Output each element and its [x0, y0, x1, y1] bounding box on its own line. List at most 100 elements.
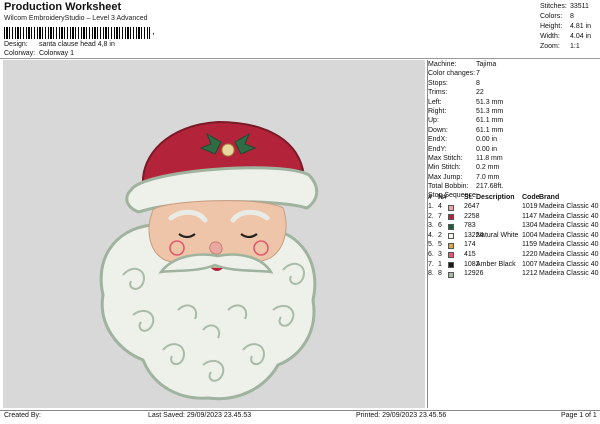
color-swatch [448, 262, 454, 269]
color-swatch [448, 204, 454, 211]
thread-brand: Madeira Classic 40 [539, 231, 599, 239]
info-row: Down: 61.1 mm [428, 126, 598, 135]
stat-label: Colors: [540, 13, 563, 20]
needle-number: 6 [438, 222, 442, 230]
stop-sequence-header: # N# St. Description Code Brand [428, 194, 598, 203]
info-value: 0.00 in [476, 145, 498, 153]
stat-label: Height: [540, 23, 563, 30]
col-st: St. [464, 194, 473, 201]
info-value: 61.1 mm [476, 117, 504, 125]
sequence-row: 4. 2 13224 Natural White 1004 Madeira Classic… [428, 231, 599, 242]
info-row: Max Jump: 7.0 mm [428, 173, 598, 182]
design-row: Design: santa clause head 4,8 in [4, 41, 115, 48]
info-value: 0.2 mm [476, 164, 500, 172]
header-divider [0, 58, 600, 59]
colorway-label: Colorway: [4, 50, 36, 57]
created-by: Created By: [4, 412, 41, 419]
info-value: 61.1 mm [476, 126, 504, 134]
color-swatch [448, 242, 454, 249]
row-number: 1. [428, 203, 434, 210]
needle-number: 8 [438, 270, 442, 278]
stat-value: 4.81 in [570, 23, 592, 30]
stitch-count: 174 [464, 241, 476, 249]
thread-code: 1212 [522, 270, 538, 278]
thread-description: Natural White [476, 231, 519, 239]
worksheet-title: Production Worksheet [4, 1, 122, 13]
row-number: 6. [428, 250, 434, 258]
color-swatch [448, 233, 454, 240]
thread-brand: Madeira Classic 40 [539, 203, 599, 210]
info-value: 51.3 mm [476, 98, 504, 106]
machine-info: Machine: Tajima Color changes:7 Stops: 8 T… [428, 60, 598, 201]
thread-brand: Madeira Classic 40 [539, 212, 599, 220]
needle-number: 1 [438, 260, 442, 268]
thread-code: 1007 [522, 260, 538, 268]
thread-code: 1019 [522, 203, 538, 210]
row-number: 7. [428, 260, 434, 268]
design-label: Design: [4, 41, 28, 48]
info-row: EndX: 0.00 in [428, 135, 598, 144]
info-row: Machine: Tajima [428, 60, 598, 69]
needle-number: 2 [438, 231, 442, 239]
needle-number: 3 [438, 250, 442, 258]
colorway-value: Colorway 1 [38, 50, 74, 57]
color-swatch [448, 271, 454, 278]
design-value: santa clause head 4,8 in [38, 41, 115, 48]
col-code: Code [522, 194, 540, 201]
sequence-row: 1. 4 2647 1019 Madeira Classic 40 [428, 203, 599, 213]
barcode-tail: , [152, 26, 155, 37]
info-row: Trims: 22 [428, 88, 598, 97]
info-row: Total Bobbin: 217.68ft. [428, 182, 598, 191]
info-row: Max Stitch: 11.8 mm [428, 154, 598, 163]
info-label: Right: [428, 107, 447, 115]
thread-brand: Madeira Classic 40 [539, 260, 599, 268]
thread-code: 1147 [522, 212, 538, 220]
info-row: Stops: 8 [428, 79, 598, 88]
design-stats: Stitches: 33511 Colors: 8 Height: 4.81 in W… [540, 2, 598, 52]
color-swatch [448, 252, 454, 259]
stat-label: Zoom: [540, 43, 560, 50]
info-row: Min Stitch: 0.2 mm [428, 163, 598, 172]
last-saved: Last Saved: 29/09/2023 23.45.53 [148, 412, 252, 419]
info-label: Total Bobbin: [428, 183, 469, 191]
thread-brand: Madeira Classic 40 [539, 241, 599, 249]
col-num: # [428, 194, 432, 201]
info-value: 217.68ft. [476, 183, 504, 191]
stitch-count: 783 [464, 222, 476, 230]
sequence-row: 5. 5 174 1159 Madeira Classic 40 [428, 241, 599, 251]
info-row: Color changes:7 [428, 69, 598, 78]
stat-value: 1:1 [570, 43, 580, 50]
info-label: Down: [428, 126, 448, 134]
sequence-row: 2. 7 2258 1147 Madeira Classic 40 [428, 212, 599, 223]
info-value: 7 [476, 70, 480, 78]
stat-height: Height: 4.81 in [540, 22, 598, 32]
footer-divider [0, 410, 600, 411]
info-label: Up: [428, 117, 439, 125]
stat-zoom: Zoom: 1:1 [540, 42, 598, 52]
thread-code: 1159 [522, 241, 538, 249]
stat-value: 8 [570, 13, 574, 20]
info-value: 22 [476, 89, 484, 97]
stitch-count: 12926 [464, 270, 484, 278]
info-value: Tajima [476, 61, 497, 68]
stat-stitches: Stitches: 33511 [540, 2, 598, 12]
col-description: Description [476, 194, 515, 201]
info-label: Color changes: [428, 70, 476, 78]
stat-value: 33511 [570, 3, 589, 10]
stat-width: Width: 4.04 in [540, 32, 598, 42]
software-subtitle: Wilcom EmbroideryStudio – Level 3 Advanc… [4, 15, 148, 22]
info-label: Trims: [428, 89, 448, 97]
stop-sequence-table: 1. 4 2647 1019 Madeira Classic 40 2. 7 2258 1147… [428, 203, 599, 280]
design-preview [3, 60, 425, 408]
thread-brand: Madeira Classic 40 [539, 222, 599, 230]
stitch-count: 2647 [464, 203, 480, 210]
thread-code: 1004 [522, 231, 538, 239]
sequence-row: 8. 8 12926 1212 Madeira Classic 40 [428, 270, 599, 280]
info-label: EndX: [428, 136, 448, 144]
color-swatch [448, 214, 454, 221]
stat-colors: Colors: 8 [540, 12, 598, 22]
row-number: 5. [428, 241, 434, 249]
stat-value: 4.04 in [570, 33, 592, 40]
printed-date: Printed: 29/09/2023 23.45.56 [356, 412, 447, 419]
info-value: 0.00 in [476, 136, 498, 144]
